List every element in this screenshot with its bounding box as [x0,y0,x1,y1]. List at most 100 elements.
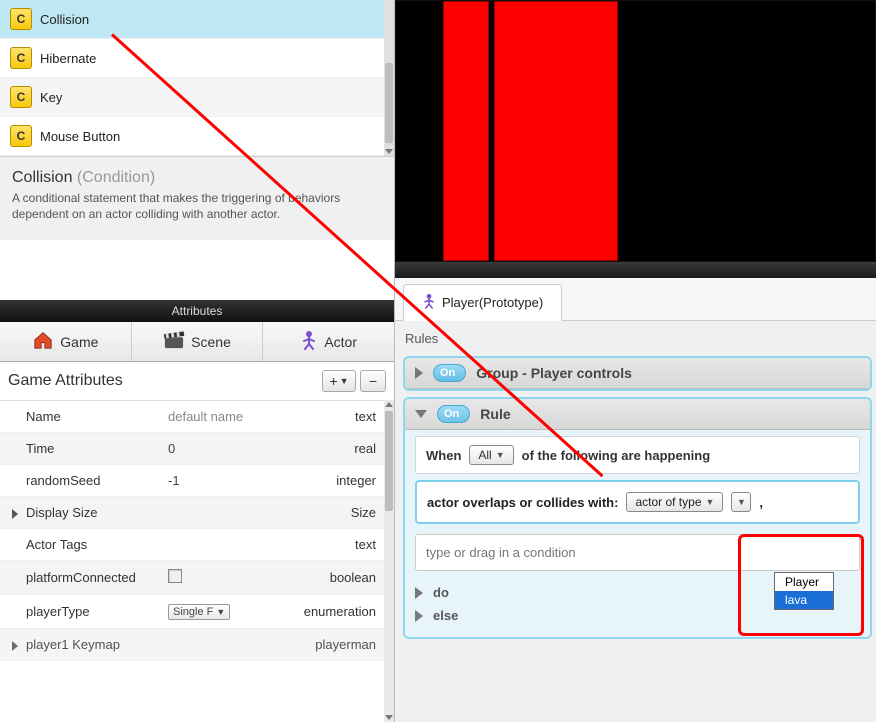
table-row[interactable]: platformConnected boolean [0,561,384,595]
attributes-header: Attributes [0,300,394,322]
dropdown-option-lava[interactable]: lava [775,591,833,609]
attr-name: playerType [8,604,168,619]
when-label: When [426,448,461,463]
table-row[interactable]: playerType Single F▼ enumeration [0,595,384,629]
attr-default[interactable]: Single F▼ [168,603,282,620]
attr-type: text [282,537,376,552]
stage-actor [494,1,618,261]
rule-header[interactable]: On Rule [405,399,870,430]
hint-panel: Collision (Condition) A conditional stat… [0,156,394,240]
table-row[interactable]: Actor Tags text [0,529,384,561]
scroll-down-icon[interactable] [385,715,393,720]
attr-type: Size [282,505,376,520]
group-header[interactable]: On Group - Player controls [405,358,870,389]
prototype-tab-row: Player(Prototype) [395,278,876,321]
attr-name: randomSeed [8,473,168,488]
table-row[interactable]: Time 0 real [0,433,384,465]
prototype-tab-label: Player(Prototype) [442,295,543,310]
actor-icon [300,330,318,353]
remove-attribute-button[interactable]: − [360,370,386,392]
collapse-icon[interactable] [415,367,423,379]
condition-label: Hibernate [40,51,96,66]
table-row[interactable]: player1 Keymap playerman [0,629,384,661]
on-toggle[interactable]: On [437,405,470,423]
scrollbar-thumb[interactable] [385,411,393,511]
right-panel: Player(Prototype) Rules On Group - Playe… [395,0,876,722]
condition-collision[interactable]: C Collision [0,0,384,39]
condition-row[interactable]: actor overlaps or collides with: actor o… [415,480,860,524]
attribute-tabs: Game Scene Actor [0,322,394,362]
condition-input[interactable] [415,534,860,571]
hint-body: A conditional statement that makes the t… [12,191,352,222]
condition-label: Mouse Button [40,129,120,144]
actor-icon [422,293,436,312]
tab-player-prototype[interactable]: Player(Prototype) [403,284,562,321]
condition-c-icon: C [10,47,32,69]
tab-label: Scene [191,334,231,350]
when-mode-select[interactable]: All▼ [469,445,513,465]
expand-icon[interactable] [12,641,18,651]
hint-name: Collision [12,169,72,186]
actor-type-select[interactable]: ▼ [731,492,751,512]
left-panel: C Collision C Hibernate C Key C Mouse Bu… [0,0,395,722]
attr-default[interactable] [168,569,282,586]
tab-label: Game [60,334,98,350]
rule-title: Rule [480,406,510,422]
hint-type: (Condition) [77,169,155,186]
table-row[interactable]: randomSeed -1 integer [0,465,384,497]
group-title: Group - Player controls [476,365,632,381]
attr-name: Time [8,441,168,456]
condition-key[interactable]: C Key [0,78,384,117]
condition-c-icon: C [10,86,32,108]
stage-actor [443,1,489,261]
attributes-scrollbar[interactable] [384,400,394,722]
section-title: Game Attributes [8,372,123,390]
home-icon [32,330,54,353]
condition-hibernate[interactable]: C Hibernate [0,39,384,78]
enum-select[interactable]: Single F▼ [168,604,230,620]
expand-icon[interactable] [415,587,423,599]
actor-type-dropdown[interactable]: Player lava [774,572,834,610]
scroll-down-icon[interactable] [385,149,393,154]
attr-name: platformConnected [8,570,168,585]
stage-preview [395,0,876,262]
attributes-table: Name default name text Time 0 real rando… [0,400,384,722]
attr-default: -1 [168,473,282,488]
attr-type: enumeration [282,604,376,619]
attr-type: playerman [282,637,376,652]
scroll-up-icon[interactable] [385,402,393,407]
tab-game[interactable]: Game [0,322,132,361]
else-label: else [433,608,458,623]
collapse-icon[interactable] [415,410,427,418]
condition-label: Collision [40,12,89,27]
attr-name: player1 Keymap [8,637,168,652]
hint-title: Collision (Condition) [12,169,382,187]
tab-scene[interactable]: Scene [132,322,264,361]
conditions-scrollbar[interactable] [384,0,394,156]
expand-icon[interactable] [12,509,18,519]
expand-icon[interactable] [415,610,423,622]
tab-label: Actor [324,334,357,350]
condition-c-icon: C [10,8,32,30]
condition-label: Key [40,90,62,105]
attr-type: integer [282,473,376,488]
rules-label: Rules [395,321,876,352]
attr-type: real [282,441,376,456]
col-header-type: text [282,409,376,424]
attr-name: Display Size [8,505,168,520]
comma: , [759,495,763,510]
scrollbar-thumb[interactable] [385,63,393,143]
conditions-list: C Collision C Hibernate C Key C Mouse Bu… [0,0,384,156]
collides-with-select[interactable]: actor of type▼ [626,492,723,512]
attr-type: boolean [282,570,376,585]
dropdown-option-player[interactable]: Player [775,573,833,591]
add-attribute-button[interactable]: +▼ [322,370,356,392]
tab-actor[interactable]: Actor [263,322,394,361]
checkbox[interactable] [168,569,182,583]
on-toggle[interactable]: On [433,364,466,382]
table-row[interactable]: Display Size Size [0,497,384,529]
table-header-row: Name default name text [0,401,384,433]
condition-mouse-button[interactable]: C Mouse Button [0,117,384,156]
group-block[interactable]: On Group - Player controls [403,356,872,391]
when-tail: of the following are happening [522,448,711,463]
